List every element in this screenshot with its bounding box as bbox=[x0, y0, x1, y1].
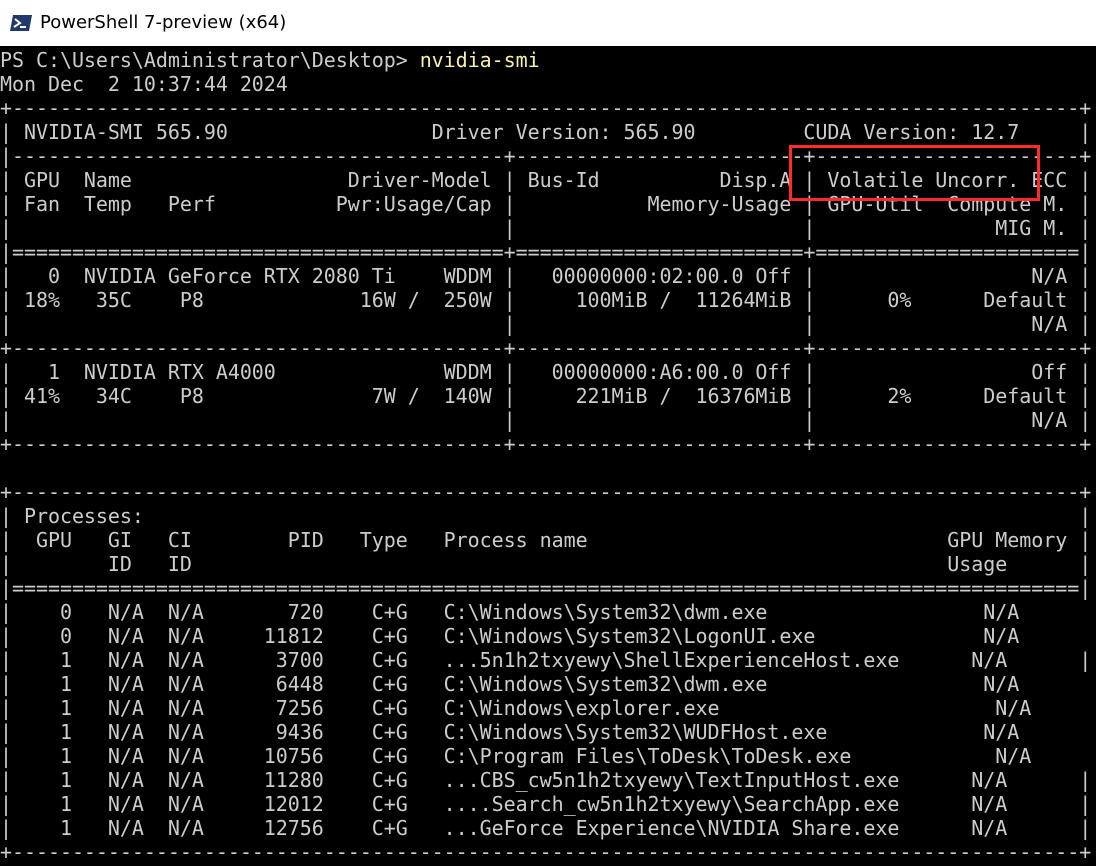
gpu-summary-line: | NVIDIA-SMI 565.90 Driver Version: 565.… bbox=[0, 120, 1092, 144]
timestamp-line: Mon Dec 2 10:37:44 2024 bbox=[0, 72, 288, 96]
gpu-summary-line: +---------------------------------------… bbox=[0, 96, 1092, 120]
process-table-line: | ID ID Usage | bbox=[0, 552, 1092, 576]
powershell-icon bbox=[10, 15, 32, 31]
gpu-summary-line: | 18% 35C P8 16W / 250W | 100MiB / 11264… bbox=[0, 288, 1092, 312]
gpu-summary-line: +---------------------------------------… bbox=[0, 432, 1092, 456]
process-table-line: +---------------------------------------… bbox=[0, 840, 1092, 864]
window-title: PowerShell 7-preview (x64) bbox=[40, 12, 287, 33]
process-table-line: |=======================================… bbox=[0, 576, 1092, 600]
process-table-line: | 0 N/A N/A 11812 C+G C:\Windows\System3… bbox=[0, 624, 1096, 648]
process-table-line: | GPU GI CI PID Type Process name GPU Me… bbox=[0, 528, 1092, 552]
process-table-line: | 1 N/A N/A 12012 C+G ....Search_cw5n1h2… bbox=[0, 792, 1092, 816]
gpu-summary-line: | | | MIG M. | bbox=[0, 216, 1092, 240]
process-table-line: | 1 N/A N/A 6448 C+G C:\Windows\System32… bbox=[0, 672, 1096, 696]
prompt-line: PS C:\Users\Administrator\Desktop> nvidi… bbox=[0, 48, 1096, 72]
process-table-line: +---------------------------------------… bbox=[0, 480, 1092, 504]
process-table-line: | 1 N/A N/A 9436 C+G C:\Windows\System32… bbox=[0, 720, 1096, 744]
process-table-line: | Processes: | bbox=[0, 504, 1092, 528]
gpu-summary-line: | | | N/A | bbox=[0, 408, 1092, 432]
gpu-summary-line: | 41% 34C P8 7W / 140W | 221MiB / 16376M… bbox=[0, 384, 1092, 408]
process-table-line: | 1 N/A N/A 10756 C+G C:\Program Files\T… bbox=[0, 744, 1096, 768]
prompt-command: nvidia-smi bbox=[419, 48, 540, 72]
title-bar[interactable]: PowerShell 7-preview (x64) bbox=[0, 0, 1096, 46]
process-table-line: | 1 N/A N/A 3700 C+G ...5n1h2txyewy\Shel… bbox=[0, 648, 1092, 672]
prompt-path: PS C:\Users\Administrator\Desktop> bbox=[0, 48, 420, 72]
gpu-summary-line: +---------------------------------------… bbox=[0, 336, 1092, 360]
process-table-line: | 1 N/A N/A 12756 C+G ...GeForce Experie… bbox=[0, 816, 1092, 840]
cuda-version-highlight-box bbox=[789, 145, 1040, 201]
process-table-line: | 1 N/A N/A 7256 C+G C:\Windows\explorer… bbox=[0, 696, 1096, 720]
terminal-console[interactable]: PS C:\Users\Administrator\Desktop> nvidi… bbox=[0, 46, 1096, 866]
gpu-summary-line: | 0 NVIDIA GeForce RTX 2080 Ti WDDM | 00… bbox=[0, 264, 1092, 288]
process-table-line: | 0 N/A N/A 720 C+G C:\Windows\System32\… bbox=[0, 600, 1096, 624]
gpu-summary-line: | 1 NVIDIA RTX A4000 WDDM | 00000000:A6:… bbox=[0, 360, 1092, 384]
gpu-summary-line: | | | N/A | bbox=[0, 312, 1092, 336]
gpu-summary-line: |=======================================… bbox=[0, 240, 1092, 264]
process-table-line: | 1 N/A N/A 11280 C+G ...CBS_cw5n1h2txye… bbox=[0, 768, 1092, 792]
